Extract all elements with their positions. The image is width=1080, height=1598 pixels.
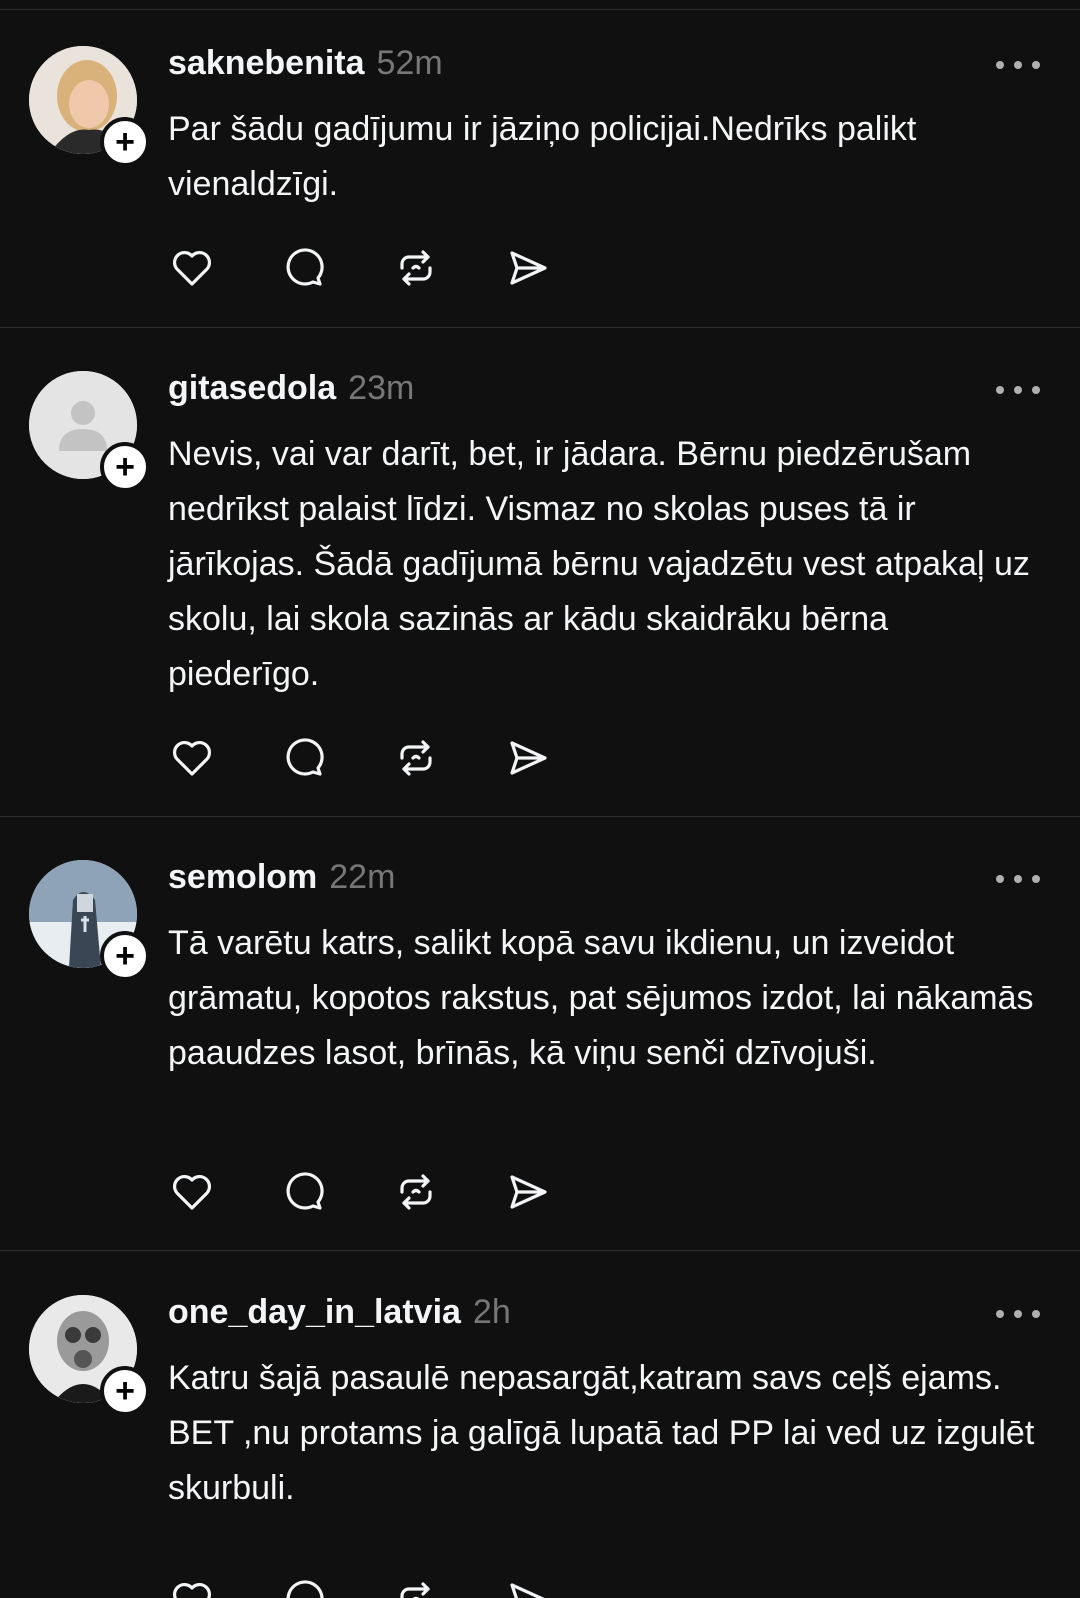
heart-icon[interactable] [168, 1576, 216, 1598]
more-dots-icon[interactable] [996, 1304, 1040, 1324]
timestamp: 23m [348, 369, 415, 407]
post-text: Tā varētu katrs, salikt kopā savu ikdien… [168, 924, 1034, 1072]
timestamp: 2h [472, 1293, 511, 1331]
follow-plus-icon[interactable]: + [100, 442, 150, 492]
threads-feed: + saknebenita 52m Par šādu gadījumu ir j… [0, 0, 1080, 1598]
send-icon[interactable] [504, 244, 552, 292]
follow-plus-icon[interactable]: + [100, 1366, 150, 1416]
avatar-wrap[interactable]: + [29, 1295, 150, 1416]
comment-icon[interactable] [280, 244, 328, 292]
comment-icon[interactable] [280, 1168, 328, 1216]
more-dots-icon[interactable] [996, 380, 1040, 400]
post-divider [0, 327, 1080, 328]
send-icon[interactable] [504, 1168, 552, 1216]
more-dots-icon[interactable] [996, 869, 1040, 889]
send-icon[interactable] [504, 1576, 552, 1598]
action-bar [168, 734, 552, 782]
post-text: Katru šajā pasaulē nepasargāt,katram sav… [168, 1359, 1035, 1507]
post-header: saknebenita 52m [168, 44, 443, 88]
username[interactable]: semolom [168, 858, 317, 897]
action-bar [168, 1168, 552, 1216]
username[interactable]: one_day_in_latvia [168, 1293, 461, 1332]
post-header: semolom 22m [168, 858, 395, 902]
timestamp: 22m [329, 858, 396, 896]
repost-icon[interactable] [392, 244, 440, 292]
top-divider [0, 9, 1080, 10]
post-divider [0, 1250, 1080, 1251]
username[interactable]: saknebenita [168, 44, 365, 83]
username[interactable]: gitasedola [168, 369, 336, 408]
post-header: one_day_in_latvia 2h [168, 1293, 511, 1337]
avatar-wrap[interactable]: + [29, 46, 150, 167]
repost-icon[interactable] [392, 1168, 440, 1216]
heart-icon[interactable] [168, 1168, 216, 1216]
avatar-wrap[interactable]: + [29, 371, 150, 492]
repost-icon[interactable] [392, 734, 440, 782]
heart-icon[interactable] [168, 244, 216, 292]
post-header: gitasedola 23m [168, 369, 414, 413]
comment-icon[interactable] [280, 1576, 328, 1598]
post-text: Par šādu gadījumu ir jāziņo policijai.Ne… [168, 110, 917, 203]
post-divider [0, 816, 1080, 817]
repost-icon[interactable] [392, 1576, 440, 1598]
send-icon[interactable] [504, 734, 552, 782]
action-bar [168, 244, 552, 292]
heart-icon[interactable] [168, 734, 216, 782]
comment-icon[interactable] [280, 734, 328, 782]
more-dots-icon[interactable] [996, 55, 1040, 75]
action-bar [168, 1576, 552, 1598]
follow-plus-icon[interactable]: + [100, 931, 150, 981]
post-text: Nevis, vai var darīt, bet, ir jādara. Bē… [168, 435, 1030, 693]
timestamp: 52m [376, 44, 443, 82]
avatar-wrap[interactable]: + [29, 860, 150, 981]
follow-plus-icon[interactable]: + [100, 117, 150, 167]
